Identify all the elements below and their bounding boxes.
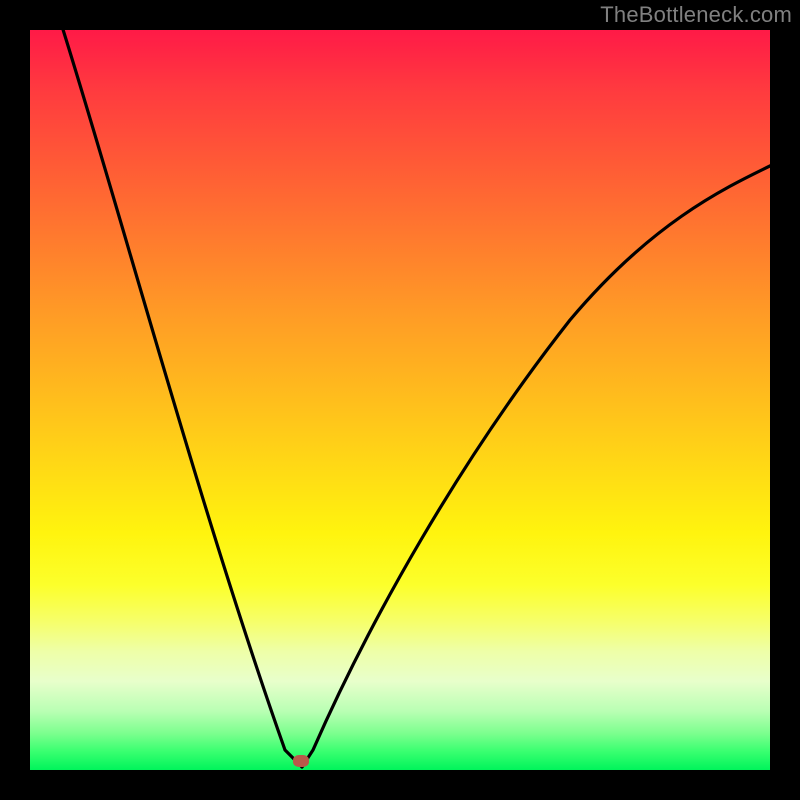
plot-area xyxy=(30,30,770,770)
watermark-text: TheBottleneck.com xyxy=(600,2,792,28)
chart-frame: TheBottleneck.com xyxy=(0,0,800,800)
minimum-marker xyxy=(293,755,309,767)
bottleneck-curve xyxy=(30,30,770,770)
